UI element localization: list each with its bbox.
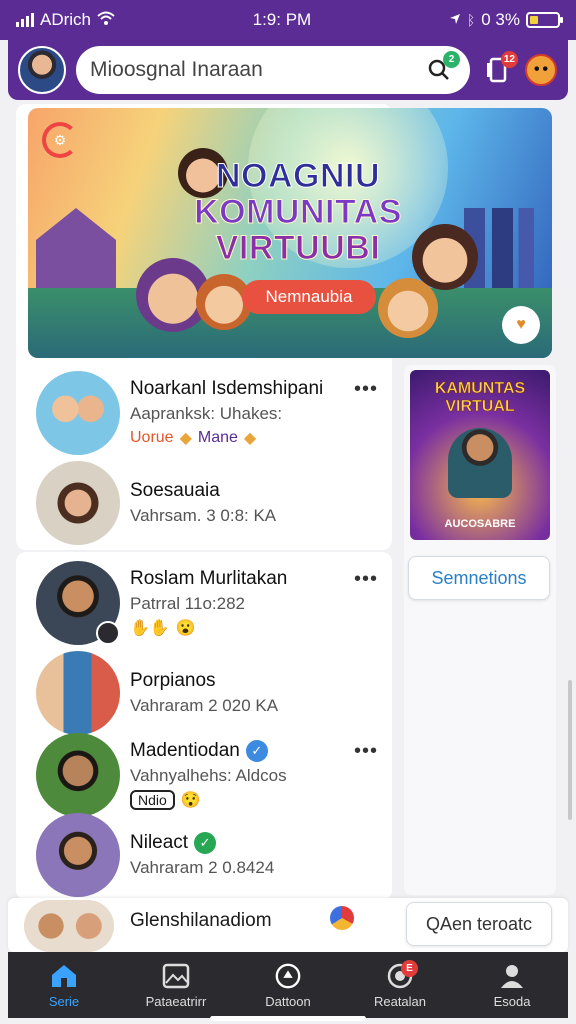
reaction-label: Uorue (130, 429, 174, 446)
list-item[interactable]: Nileact ✓ Vahraram 2 0.8424 (16, 812, 392, 898)
notification-badge: E (401, 959, 418, 977)
status-icon (96, 621, 120, 645)
home-icon (50, 962, 78, 990)
bottom-tab-bar: Serie Pataeatrirr Dattoon E Reatalan Eso… (8, 952, 568, 1018)
home-indicator[interactable] (210, 1016, 366, 1021)
search-button[interactable]: 2 (422, 51, 460, 87)
more-options-icon[interactable]: ••• (354, 740, 378, 763)
chat-bubble-icon[interactable]: ♥ (502, 306, 540, 344)
battery-percent: 0 3% (481, 10, 520, 29)
profile-avatar[interactable] (18, 46, 66, 94)
banner-cta-button[interactable]: Nemnaubia (242, 280, 376, 314)
promo-title: KAMUNTAS VIRTUAL (434, 380, 526, 416)
tab-profile[interactable]: Esoda (462, 962, 562, 1009)
search-bar[interactable]: Mioosgnal Inaraan 2 (76, 46, 470, 94)
notification-badge: 12 (500, 51, 518, 68)
notification-icon: E (386, 959, 418, 990)
tab-notifications[interactable]: E Reatalan (350, 959, 450, 1009)
tab-gallery[interactable]: Pataeatrirr (126, 962, 226, 1009)
more-options-icon[interactable]: ••• (354, 568, 378, 591)
promo-card[interactable]: KAMUNTAS VIRTUAL AUCOSABRE (410, 370, 550, 540)
banner-title: NOAGNIU KOMUNITAS VIRTUUBI (194, 157, 402, 267)
search-badge: 2 (443, 51, 460, 68)
item-subtitle: Aapranksk: Uhakes: (130, 404, 283, 423)
item-subtitle: Patrral 11o:282 (130, 594, 245, 613)
item-subtitle: Vahraram 2 020 KA (130, 696, 279, 715)
tab-home[interactable]: Serie (14, 962, 114, 1009)
search-input[interactable]: Mioosgnal Inaraan (90, 58, 414, 82)
reaction-icon: ◆ (179, 430, 192, 447)
tag-chip[interactable]: Ndio (130, 790, 175, 810)
profile-icon (498, 962, 526, 990)
guitarist-illustration (448, 428, 512, 498)
avatar (24, 900, 114, 952)
reaction-icon: ◆ (243, 430, 257, 447)
location-icon (449, 10, 461, 30)
gallery-icon (162, 962, 190, 990)
community-banner[interactable]: ⚙ NOAGNIU KOMUNITAS VIRTUUBI Nemnaubia ♥ (28, 108, 552, 358)
avatar (36, 461, 120, 545)
more-options-icon[interactable]: ••• (354, 378, 378, 401)
top-header: Mioosgnal Inaraan 2 12 (8, 40, 568, 100)
house-illustration (36, 208, 116, 288)
semnetions-button[interactable]: Semnetions (408, 556, 550, 600)
row-title: Glenshilanadiom (130, 910, 272, 931)
reaction-icons: ✋✋ 😮 (130, 620, 196, 637)
app-logo-icon: ⚙ (42, 122, 78, 158)
bottom-suggestion-row[interactable]: Glenshilanadiom QAen teroatc (8, 898, 568, 952)
list-item[interactable]: Noarkanl Isdemshipani Aapranksk: Uhakes:… (16, 370, 392, 456)
promo-caption: AUCOSABRE (444, 518, 516, 530)
color-dot-icon (330, 906, 354, 930)
list-item[interactable]: Madentiodan ✓ Vahnyalhehs: Aldcos Ndio 😯 •… (16, 732, 392, 818)
battery-icon (525, 12, 563, 28)
item-title: Soesauaia (130, 480, 220, 501)
mask-button[interactable] (524, 53, 558, 87)
kid-illustration (378, 278, 438, 338)
aean-button[interactable]: QAen teroatc (406, 902, 552, 946)
list-item[interactable]: Porpianos Vahraram 2 020 KA (16, 650, 392, 736)
list-item[interactable]: Roslam Murlitakan Patrral 11o:282 ✋✋ 😮 ••… (16, 560, 392, 646)
item-subtitle: Vahrsam. 3 0:8: KA (130, 506, 277, 525)
item-subtitle: Vahnyalhehs: Aldcos (130, 766, 287, 785)
avatar (36, 371, 120, 455)
feed-group-1: Noarkanl Isdemshipani Aapranksk: Uhakes:… (16, 366, 392, 546)
tab-record[interactable]: Dattoon (238, 962, 338, 1009)
bluetooth-icon: ᛒ (466, 12, 476, 28)
avatar (36, 813, 120, 897)
avatar (36, 651, 120, 735)
verified-icon: ✓ (245, 740, 268, 762)
status-time: 1:9: PM (252, 10, 312, 29)
avatar (36, 561, 120, 645)
avatar (36, 733, 120, 817)
record-icon (274, 962, 302, 990)
list-item[interactable]: Soesauaia Vahrsam. 3 0:8: KA (16, 460, 392, 546)
item-title: Porpianos (130, 670, 216, 691)
item-title: Roslam Murlitakan (130, 568, 288, 589)
notifications-button[interactable]: 12 (480, 51, 518, 87)
carrier-label: ADrich (40, 10, 92, 29)
item-subtitle: Vahraram 2 0.8424 (130, 858, 275, 877)
emoji-icon: 😯 (180, 792, 201, 809)
item-title: Nileact ✓ (130, 832, 380, 854)
status-bar: ADrich 1:9: PM ᛒ 0 3% (0, 0, 576, 40)
verified-icon: ✓ (194, 832, 217, 854)
item-title: Madentiodan ✓ (130, 740, 380, 762)
wifi-icon (97, 10, 115, 30)
signal-icon (16, 13, 34, 27)
reaction-label: Mane (197, 429, 238, 446)
feed-group-2: Roslam Murlitakan Patrral 11o:282 ✋✋ 😮 ••… (16, 552, 392, 900)
scrollbar[interactable] (568, 680, 572, 820)
mask-icon (525, 54, 557, 86)
item-title: Noarkanl Isdemshipani (130, 378, 324, 399)
